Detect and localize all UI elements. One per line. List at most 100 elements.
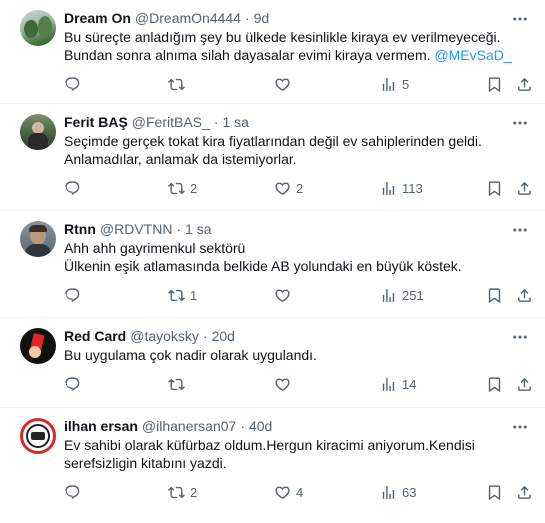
display-name[interactable]: Red Card — [64, 328, 126, 344]
views-button[interactable]: 251 — [380, 285, 424, 305]
display-name[interactable]: Rtnn — [64, 221, 96, 237]
retweet-icon — [168, 378, 185, 390]
timestamp[interactable]: 1 sa — [185, 221, 211, 237]
avatar[interactable] — [20, 221, 56, 257]
like-icon — [275, 288, 290, 302]
bookmark-button[interactable] — [486, 178, 503, 198]
display-name[interactable]: ilhan ersan — [64, 418, 138, 434]
views-button[interactable]: 113 — [380, 178, 423, 198]
bookmark-button[interactable] — [486, 285, 503, 305]
bookmark-button[interactable] — [486, 374, 503, 394]
bookmark-icon — [488, 180, 501, 196]
user-handle[interactable]: @RDVTNN — [100, 221, 173, 237]
view-count: 251 — [402, 287, 424, 303]
share-button[interactable] — [516, 285, 533, 305]
timestamp[interactable]: 1 sa — [222, 114, 248, 130]
retweet-button[interactable] — [168, 74, 190, 94]
view-count: 5 — [402, 76, 410, 92]
reply-icon — [65, 287, 80, 302]
more-button[interactable] — [511, 12, 529, 26]
like-count: 4 — [296, 484, 304, 500]
share-icon — [518, 377, 531, 391]
text-line: Bundan sonra alnıma silah dayasalar evim… — [64, 47, 435, 63]
like-button[interactable] — [274, 285, 296, 305]
display-name[interactable]: Ferit BAŞ — [64, 114, 128, 130]
avatar[interactable] — [20, 328, 56, 364]
more-button[interactable] — [511, 223, 529, 237]
view-count: 14 — [402, 376, 417, 392]
tweet[interactable]: Dream On @DreamOn4444 · 9d Bu süreçte an… — [0, 0, 545, 104]
user-handle[interactable]: @DreamOn4444 — [135, 10, 241, 26]
text-line: Ahh ahh gayrimenkul sektörü — [64, 240, 246, 256]
view-count: 63 — [402, 484, 417, 500]
tweet-text: Ahh ahh gayrimenkul sektörü Ülkenin eşik… — [64, 239, 529, 275]
bookmark-button[interactable] — [486, 482, 503, 502]
views-icon — [382, 377, 395, 391]
reply-icon — [65, 376, 80, 391]
retweet-button[interactable]: 2 — [168, 482, 197, 502]
share-button[interactable] — [516, 178, 533, 198]
reply-button[interactable] — [64, 74, 86, 94]
like-icon — [275, 485, 290, 499]
bookmark-icon — [488, 287, 501, 303]
timestamp[interactable]: 40d — [249, 418, 272, 434]
reply-button[interactable] — [64, 482, 86, 502]
share-icon — [518, 77, 531, 91]
action-bar: 1 251 — [64, 279, 531, 311]
display-name[interactable]: Dream On — [64, 10, 131, 26]
views-button[interactable]: 63 — [380, 482, 416, 502]
action-bar: 5 — [64, 68, 531, 100]
tweet[interactable]: Red Card @tayoksky · 20d Bu uygulama çok… — [0, 318, 545, 408]
retweet-button[interactable] — [168, 374, 190, 394]
more-icon — [513, 335, 527, 339]
like-button[interactable] — [274, 374, 296, 394]
reply-button[interactable] — [64, 374, 86, 394]
tweet-header: Dream On @DreamOn4444 · 9d — [64, 10, 529, 26]
mention-link[interactable]: @MEvSaD_ — [434, 47, 511, 63]
retweet-icon — [168, 289, 185, 301]
separator: · — [202, 328, 208, 344]
text-line: Ev sahibi olarak küfürbaz oldum.Hergun k… — [64, 437, 475, 453]
avatar[interactable] — [20, 10, 56, 46]
user-handle[interactable]: @ilhanersan07 — [142, 418, 236, 434]
retweet-button[interactable]: 1 — [168, 285, 197, 305]
like-button[interactable]: 4 — [274, 482, 303, 502]
user-handle[interactable]: @tayoksky — [130, 328, 199, 344]
reply-feed: Dream On @DreamOn4444 · 9d Bu süreçte an… — [0, 0, 545, 523]
timestamp[interactable]: 20d — [212, 328, 235, 344]
views-button[interactable]: 14 — [380, 374, 416, 394]
share-icon — [518, 485, 531, 499]
views-icon — [382, 77, 395, 91]
more-button[interactable] — [511, 116, 529, 130]
tweet-text: Bu uygulama çok nadir olarak uygulandı. — [64, 346, 529, 364]
avatar[interactable] — [20, 418, 56, 454]
share-button[interactable] — [516, 482, 533, 502]
retweet-count: 2 — [190, 180, 198, 196]
views-icon — [382, 288, 395, 302]
share-icon — [518, 181, 531, 195]
like-button[interactable] — [274, 74, 296, 94]
tweet[interactable]: ilhan ersan @ilhanersan07 · 40d Ev sahib… — [0, 408, 545, 523]
tweet-header: Ferit BAŞ @FeritBAS_ · 1 sa — [64, 114, 529, 130]
separator: · — [244, 10, 250, 26]
reply-button[interactable] — [64, 285, 86, 305]
more-button[interactable] — [511, 330, 529, 344]
reply-button[interactable] — [64, 178, 86, 198]
retweet-button[interactable]: 2 — [168, 178, 197, 198]
tweet[interactable]: Ferit BAŞ @FeritBAS_ · 1 sa Seçimde gerç… — [0, 104, 545, 211]
views-button[interactable]: 5 — [380, 74, 409, 94]
action-bar: 2 2 113 — [64, 172, 531, 204]
more-button[interactable] — [511, 420, 529, 434]
user-handle[interactable]: @FeritBAS_ — [132, 114, 210, 130]
like-button[interactable]: 2 — [274, 178, 303, 198]
avatar[interactable] — [20, 114, 56, 150]
share-button[interactable] — [516, 374, 533, 394]
bookmark-button[interactable] — [486, 74, 503, 94]
view-count: 113 — [402, 180, 423, 196]
tweet[interactable]: Rtnn @RDVTNN · 1 sa Ahh ahh gayrimenkul … — [0, 211, 545, 318]
action-bar: 14 — [64, 368, 531, 400]
timestamp[interactable]: 9d — [254, 10, 270, 26]
tweet-header: ilhan ersan @ilhanersan07 · 40d — [64, 418, 529, 434]
like-icon — [275, 77, 290, 91]
share-button[interactable] — [516, 74, 533, 94]
